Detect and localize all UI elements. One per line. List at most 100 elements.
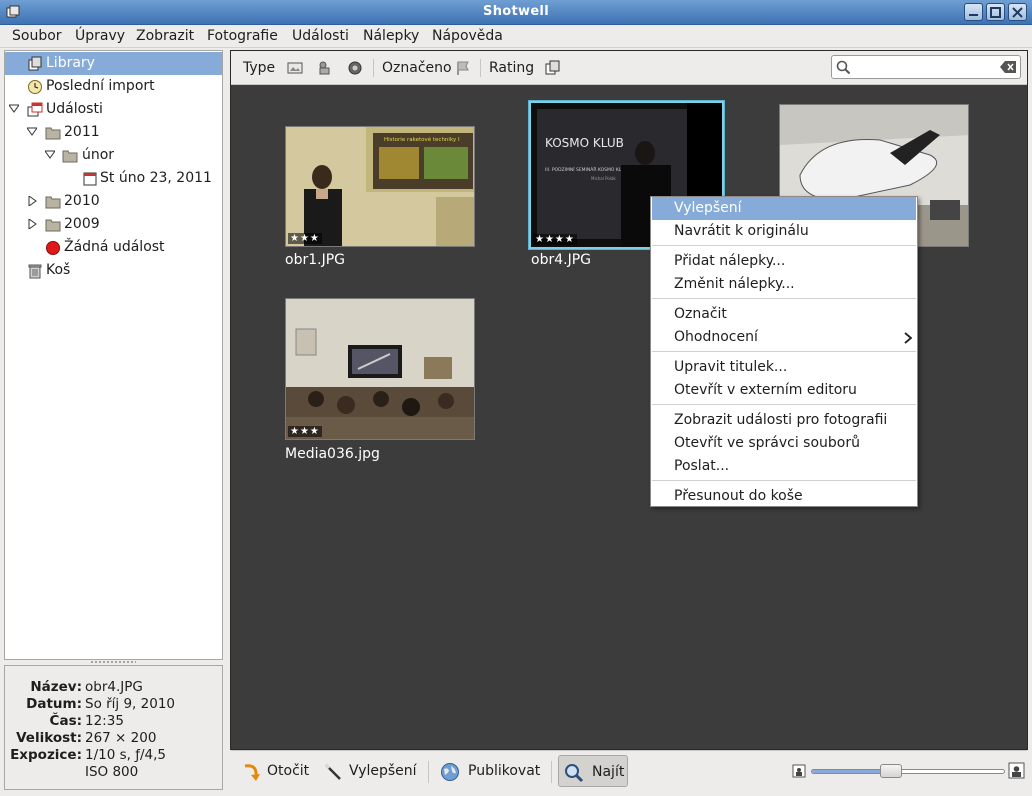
menu-item-send[interactable]: Poslat...: [652, 455, 916, 478]
sidebar-item-2010[interactable]: 2010: [5, 190, 222, 213]
sidebar-item-library[interactable]: Library: [5, 52, 222, 75]
find-button[interactable]: Najít: [558, 755, 628, 787]
zoom-out-icon[interactable]: [792, 764, 806, 778]
menu-separator: [652, 298, 916, 299]
sidebar-item-2011[interactable]: 2011: [5, 121, 222, 144]
sidebar-item-trash[interactable]: Koš: [5, 259, 222, 282]
menu-item-open-file-manager[interactable]: Otevřít ve správci souborů: [652, 432, 916, 455]
menu-item-rating[interactable]: Ohodnocení: [652, 326, 916, 349]
rotate-button[interactable]: Otočit: [237, 755, 317, 787]
folder-icon: [62, 150, 78, 163]
menu-separator: [652, 245, 916, 246]
photo-info-panel: Název: obr4.JPG Datum: So říj 9, 2010 Ča…: [4, 665, 223, 790]
close-button[interactable]: [1008, 3, 1027, 21]
toolbar-separator: [480, 59, 481, 77]
context-menu: Vylepšení Navrátit k originálu Přidat ná…: [650, 196, 918, 507]
photo-caption[interactable]: obr4.JPG: [531, 252, 591, 268]
rating-stars: ★★★★: [533, 234, 577, 245]
type-filter-label: Type: [243, 60, 276, 76]
trash-icon: [28, 264, 42, 279]
rating-filter-icon[interactable]: [545, 60, 561, 76]
search-icon: [836, 60, 851, 75]
sidebar-item-no-event[interactable]: Žádná událost: [5, 236, 222, 259]
submenu-arrow-icon: [904, 332, 912, 344]
photo-caption[interactable]: Media036.jpg: [285, 446, 380, 462]
menu-item-revert[interactable]: Navrátit k originálu: [652, 220, 916, 243]
menu-nalepky[interactable]: Nálepky: [363, 28, 419, 44]
expander-open-icon[interactable]: [27, 127, 37, 137]
menu-zobrazit[interactable]: Zobrazit: [136, 28, 194, 44]
menu-item-open-external-editor[interactable]: Otevřít v externím editoru: [652, 379, 916, 402]
close-icon: [1012, 7, 1023, 18]
expander-open-icon[interactable]: [45, 150, 55, 160]
expander-closed-icon[interactable]: [27, 196, 37, 206]
title-bar[interactable]: Shotwell: [0, 0, 1032, 25]
toolbar-separator: [428, 761, 429, 783]
sidebar-item-event-day[interactable]: St úno 23, 2011: [5, 167, 222, 190]
publish-button[interactable]: Publikovat: [438, 755, 550, 787]
sidebar-item-events[interactable]: Události: [5, 98, 222, 121]
rating-stars: ★★★: [288, 426, 322, 437]
video-type-icon[interactable]: [317, 60, 333, 76]
zoom-slider-thumb[interactable]: [880, 764, 902, 778]
folder-icon: [45, 219, 61, 232]
sidebar-item-2009[interactable]: 2009: [5, 213, 222, 236]
menu-bar: Soubor Úpravy Zobrazit Fotografie Událos…: [0, 25, 1032, 48]
rotate-icon: [244, 764, 260, 781]
search-input[interactable]: [854, 58, 994, 76]
photo-thumbnail[interactable]: Historie raketové techniky I ★★★: [285, 126, 475, 247]
menu-item-flag[interactable]: Označit: [652, 303, 916, 326]
menu-separator: [652, 404, 916, 405]
menu-item-modify-tags[interactable]: Změnit nálepky...: [652, 273, 916, 296]
photo-thumbnail[interactable]: ★★★: [285, 298, 475, 440]
expander-open-icon[interactable]: [9, 104, 19, 114]
info-time-row: Čas: 12:35: [49, 713, 124, 729]
folder-icon: [45, 127, 61, 140]
enhance-button[interactable]: Vylepšení: [321, 755, 421, 787]
search-field[interactable]: [831, 55, 1021, 79]
zoom-in-icon[interactable]: [1008, 762, 1025, 779]
menu-item-edit-title[interactable]: Upravit titulek...: [652, 356, 916, 379]
shotwell-window: Shotwell Soubor Úpravy Zobrazit Fotograf…: [0, 0, 1032, 796]
menu-udalosti[interactable]: Události: [292, 28, 349, 44]
menu-upravy[interactable]: Úpravy: [75, 28, 125, 44]
sidebar-item-unor[interactable]: únor: [5, 144, 222, 167]
bottom-toolbar: Otočit Vylepšení Publikovat Najít: [231, 750, 1027, 792]
info-iso-row: ISO 800: [85, 764, 139, 780]
slide-title: Historie raketové techniky I: [384, 136, 460, 143]
pane-splitter[interactable]: [90, 660, 136, 664]
info-size-row: Velikost: 267 × 200: [16, 730, 157, 746]
zoom-slider-fill: [812, 770, 890, 773]
calendar-icon: [83, 172, 97, 186]
menu-soubor[interactable]: Soubor: [12, 28, 62, 44]
photo-caption[interactable]: obr1.JPG: [285, 252, 345, 268]
toolbar-separator: [551, 761, 552, 783]
slide-title: KOSMO KLUB: [545, 136, 624, 150]
clear-search-icon[interactable]: [1000, 61, 1016, 73]
zoom-slider-track[interactable]: [811, 769, 1005, 774]
search-icon: [565, 764, 584, 783]
expander-closed-icon[interactable]: [27, 219, 37, 229]
slide-author: Michal Polák: [591, 176, 616, 181]
sidebar-tree: Library Poslední import Události 2011 ún…: [4, 50, 223, 660]
maximize-icon: [990, 7, 1001, 18]
flag-icon[interactable]: [455, 60, 471, 76]
minimize-button[interactable]: [964, 3, 983, 21]
menu-item-move-to-trash[interactable]: Přesunout do koše: [652, 485, 916, 508]
rating-stars: ★★★: [288, 233, 322, 244]
sidebar-item-last-import[interactable]: Poslední import: [5, 75, 222, 98]
menu-item-enhance[interactable]: Vylepšení: [652, 197, 916, 220]
photo-image: [286, 299, 474, 439]
photo-image: Historie raketové techniky I: [286, 127, 474, 246]
photo-type-icon[interactable]: [287, 60, 303, 76]
menu-separator: [652, 480, 916, 481]
raw-type-icon[interactable]: [347, 60, 363, 76]
menu-item-view-event[interactable]: Zobrazit události pro fotografii: [652, 409, 916, 432]
info-exposure-row: Expozice: 1/10 s, ƒ/4,5: [10, 747, 166, 763]
menu-item-add-tags[interactable]: Přidat nálepky...: [652, 250, 916, 273]
maximize-button[interactable]: [986, 3, 1005, 21]
window-title: Shotwell: [483, 4, 549, 19]
menu-napoveda[interactable]: Nápověda: [432, 28, 503, 44]
toolbar-separator: [373, 59, 374, 77]
menu-fotografie[interactable]: Fotografie: [207, 28, 278, 44]
